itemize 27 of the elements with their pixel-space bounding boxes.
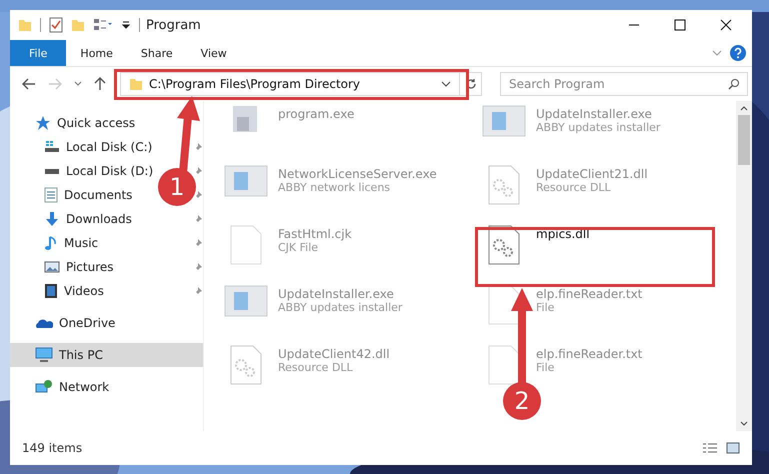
search-field[interactable]: Search Program xyxy=(500,72,748,96)
sidebar-item[interactable]: Videos xyxy=(10,279,106,303)
item-count: 149 items xyxy=(22,441,82,455)
file-type: ABBY updates installer xyxy=(278,301,402,314)
sidebar-item[interactable]: Local Disk (C:) xyxy=(10,135,154,159)
file-type: ABBY network licens xyxy=(278,181,392,194)
file-type: ABBY updates installer xyxy=(536,121,660,134)
ribbon-tab[interactable]: View xyxy=(186,40,241,66)
sidebar-item[interactable]: OneDrive xyxy=(10,311,118,335)
ribbon-tab[interactable]: Share xyxy=(126,40,187,66)
sidebar-item[interactable]: Network xyxy=(10,375,112,399)
ribbon-tab[interactable]: File xyxy=(10,40,66,66)
window-title: Program xyxy=(146,18,201,32)
sidebar-item[interactable]: Downloads xyxy=(10,207,134,231)
sidebar-item[interactable]: Pictures xyxy=(10,255,116,279)
sidebar-item[interactable]: Music xyxy=(10,231,100,255)
sidebar-item[interactable]: Documents xyxy=(10,183,134,207)
sidebar-item[interactable]: Quick access xyxy=(10,111,138,135)
file-type: Resource DLL xyxy=(278,361,354,374)
file-name[interactable]: mpics.dll xyxy=(536,227,590,241)
file-type: File xyxy=(536,361,556,374)
sidebar-item[interactable]: Local Disk (D:) xyxy=(10,159,156,183)
file-type: Resource DLL xyxy=(536,181,612,194)
file-type: File xyxy=(536,301,556,314)
ribbon-tab[interactable]: Home xyxy=(66,40,127,66)
file-type: CJK File xyxy=(278,241,320,254)
sidebar-item[interactable]: This PC xyxy=(10,343,203,367)
